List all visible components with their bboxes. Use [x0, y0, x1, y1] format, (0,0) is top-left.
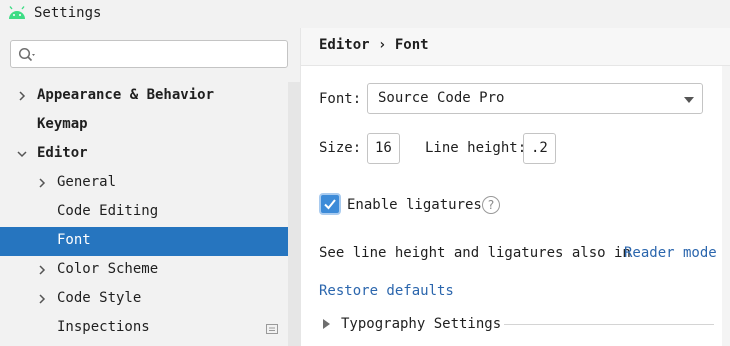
- chevron-right-icon[interactable]: [36, 264, 48, 276]
- tree-item-label: Inspections: [57, 319, 150, 335]
- size-field[interactable]: 16: [367, 133, 400, 164]
- tree-item-inspections[interactable]: Inspections: [0, 314, 288, 343]
- panel-divider[interactable]: [300, 28, 301, 346]
- dropdown-arrow-icon[interactable]: [683, 96, 695, 104]
- size-value: 16: [375, 140, 392, 156]
- chevron-right-icon[interactable]: [16, 90, 28, 102]
- font-dropdown[interactable]: Source Code Pro: [367, 83, 703, 114]
- tree-item-font[interactable]: Font: [0, 227, 300, 256]
- window-title: Settings: [34, 5, 102, 21]
- search-icon[interactable]: [18, 47, 38, 63]
- section-divider: [504, 324, 714, 325]
- tree-item-label: Appearance & Behavior: [37, 87, 215, 103]
- reader-mode-info-text: See line height and ligatures also in: [319, 245, 631, 261]
- settings-sidebar: Appearance & Behavior Keymap Editor Gene…: [0, 28, 300, 346]
- font-label: Font:: [319, 91, 362, 107]
- title-bar: Settings: [0, 0, 730, 28]
- chevron-right-icon[interactable]: [36, 177, 48, 189]
- font-dropdown-value: Source Code Pro: [378, 90, 505, 106]
- content-scrollbar[interactable]: [722, 66, 730, 346]
- tree-item-label: Code Style: [57, 290, 142, 306]
- tree-item-appearance-behavior[interactable]: Appearance & Behavior: [0, 82, 288, 111]
- breadcrumb: Editor › Font: [319, 37, 429, 53]
- tree-item-keymap[interactable]: Keymap: [0, 111, 288, 140]
- android-icon: [9, 6, 25, 19]
- chevron-right-icon[interactable]: [36, 293, 48, 305]
- restore-defaults-link[interactable]: Restore defaults: [319, 283, 454, 299]
- enable-ligatures-label[interactable]: Enable ligatures: [347, 197, 482, 213]
- tree-item-code-editing[interactable]: Code Editing: [0, 198, 288, 227]
- tree-item-label: Editor: [37, 145, 88, 161]
- tree-item-color-scheme[interactable]: Color Scheme: [0, 256, 288, 285]
- line-height-label: Line height:: [425, 140, 527, 156]
- tree-item-general[interactable]: General: [0, 169, 288, 198]
- line-height-value: .2: [531, 140, 548, 156]
- triangle-right-icon[interactable]: [322, 319, 331, 329]
- search-input[interactable]: [43, 44, 283, 66]
- tree-item-editor[interactable]: Editor: [0, 140, 288, 169]
- help-icon[interactable]: ?: [482, 196, 500, 214]
- search-field[interactable]: [10, 40, 288, 68]
- typography-settings-toggle[interactable]: Typography Settings: [341, 316, 501, 332]
- chevron-down-icon[interactable]: [16, 148, 28, 160]
- reader-mode-link[interactable]: Reader mode: [624, 245, 717, 261]
- checkmark-icon: [324, 199, 336, 210]
- enable-ligatures-checkbox[interactable]: [319, 193, 341, 215]
- tree-item-label: General: [57, 174, 117, 190]
- tree-item-label: Code Editing: [57, 203, 159, 219]
- tree-item-label: Keymap: [37, 116, 88, 132]
- tree-item-label: Font: [57, 232, 91, 248]
- line-height-field[interactable]: .2: [523, 133, 556, 164]
- tree-item-code-style[interactable]: Code Style: [0, 285, 288, 314]
- project-settings-icon: [266, 324, 278, 334]
- tree-item-label: Color Scheme: [57, 261, 159, 277]
- sidebar-scrollbar[interactable]: [288, 82, 300, 346]
- size-label: Size:: [319, 140, 362, 156]
- content-header: Editor › Font: [301, 28, 730, 66]
